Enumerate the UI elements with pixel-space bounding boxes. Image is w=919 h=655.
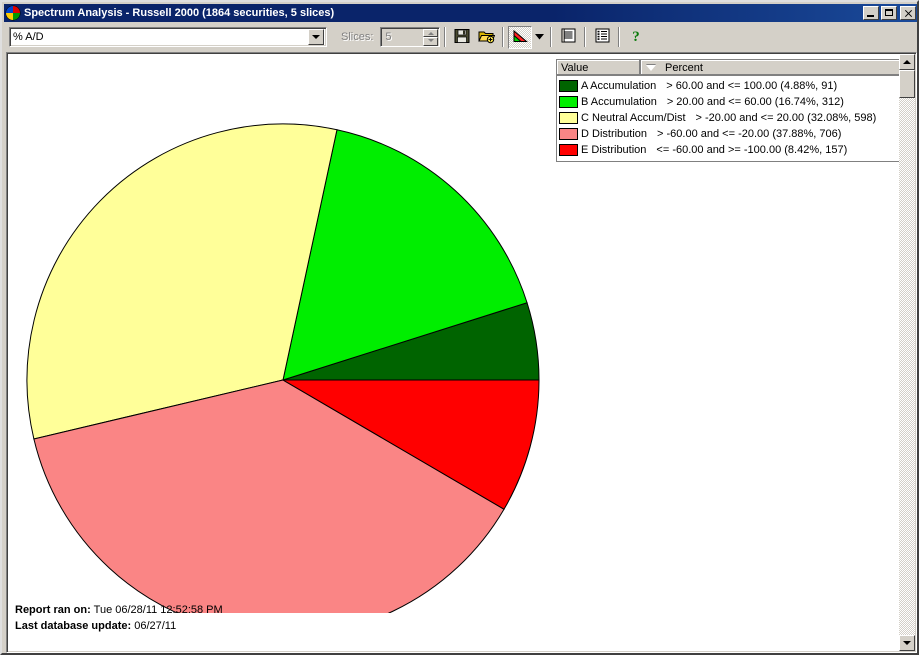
report-ran-on-label: Report ran on: bbox=[15, 604, 91, 616]
last-database-update-value: 06/27/11 bbox=[134, 620, 177, 632]
legend-color-swatch bbox=[559, 128, 578, 140]
toolbar-separator bbox=[502, 27, 505, 47]
slices-label: Slices: bbox=[341, 31, 374, 43]
toolbar-separator bbox=[444, 27, 447, 47]
legend-item[interactable]: A Accumulation > 60.00 and <= 100.00 (4.8… bbox=[559, 78, 909, 94]
save-button[interactable] bbox=[450, 25, 475, 49]
help-icon: ? bbox=[629, 28, 643, 47]
title-bar: Spectrum Analysis - Russell 2000 (1864 s… bbox=[4, 4, 917, 22]
slices-stepper[interactable]: 5 bbox=[380, 27, 441, 47]
chevron-up-icon bbox=[903, 60, 911, 64]
window-title: Spectrum Analysis - Russell 2000 (1864 s… bbox=[24, 7, 335, 19]
scrollbar-track[interactable] bbox=[899, 98, 915, 635]
legend-rows: A Accumulation > 60.00 and <= 100.00 (4.8… bbox=[557, 76, 909, 161]
legend-item-description: > -20.00 and <= 20.00 (32.08%, 598) bbox=[695, 112, 877, 124]
maximize-icon bbox=[885, 9, 893, 16]
application-window: Spectrum Analysis - Russell 2000 (1864 s… bbox=[0, 0, 919, 655]
chevron-down-icon bbox=[427, 39, 434, 43]
legend-item-description: > -60.00 and <= -20.00 (37.88%, 706) bbox=[657, 128, 842, 140]
slices-value: 5 bbox=[385, 31, 392, 43]
legend-item[interactable]: D Distribution > -60.00 and <= -20.00 (37… bbox=[559, 126, 909, 142]
legend-item-description: > 20.00 and <= 60.00 (16.74%, 312) bbox=[666, 96, 844, 108]
minimize-icon bbox=[867, 15, 874, 17]
legend-item-label: C Neutral Accum/Dist bbox=[581, 112, 686, 124]
legend-color-swatch bbox=[559, 144, 578, 156]
chevron-down-icon bbox=[903, 641, 911, 645]
list-view-icon bbox=[561, 28, 576, 46]
pie-chart[interactable] bbox=[7, 53, 567, 613]
slices-spin-buttons[interactable] bbox=[423, 28, 439, 46]
slices-decrement-button[interactable] bbox=[423, 37, 439, 46]
legend-item[interactable]: B Accumulation > 20.00 and <= 60.00 (16.7… bbox=[559, 94, 909, 110]
report-ran-on-line: Report ran on: Tue 06/28/11 12:52:58 PM bbox=[15, 602, 223, 618]
toolbar-separator bbox=[550, 27, 553, 47]
legend-item-description: > 60.00 and <= 100.00 (4.88%, 91) bbox=[666, 80, 838, 92]
legend-column-header-value[interactable]: Value bbox=[557, 60, 641, 76]
help-button[interactable]: ? bbox=[624, 25, 649, 49]
toolbar-separator bbox=[584, 27, 587, 47]
report-info: Report ran on: Tue 06/28/11 12:52:58 PM … bbox=[15, 602, 223, 634]
last-database-update-line: Last database update: 06/27/11 bbox=[15, 618, 223, 634]
scroll-up-button[interactable] bbox=[899, 54, 915, 70]
legend-column-header-percent-label: Percent bbox=[665, 61, 703, 74]
detail-report-button[interactable] bbox=[590, 25, 615, 49]
pie-chart-view-icon bbox=[512, 28, 529, 47]
list-view-button[interactable] bbox=[556, 25, 581, 49]
scroll-down-button[interactable] bbox=[899, 635, 915, 651]
legend: Value Percent A Accumulation > 60.00 and … bbox=[556, 59, 910, 162]
scrollbar-thumb[interactable] bbox=[899, 70, 915, 98]
chevron-down-icon[interactable] bbox=[308, 29, 324, 45]
spectrum-select-value: % A/D bbox=[13, 31, 44, 43]
open-button[interactable] bbox=[474, 25, 499, 49]
legend-item-label: A Accumulation bbox=[581, 80, 657, 92]
report-content-pane: Value Percent A Accumulation > 60.00 and … bbox=[6, 52, 917, 653]
legend-item-label: E Distribution bbox=[581, 144, 647, 156]
legend-item-description: <= -60.00 and >= -100.00 (8.42%, 157) bbox=[656, 144, 848, 156]
legend-column-header-percent[interactable]: Percent bbox=[641, 60, 909, 76]
legend-color-swatch bbox=[559, 96, 578, 108]
toolbar: % A/D Slices: 5 ? bbox=[4, 24, 917, 50]
legend-color-swatch bbox=[559, 112, 578, 124]
chart-view-button[interactable] bbox=[508, 25, 533, 49]
legend-item[interactable]: E Distribution <= -60.00 and >= -100.00 (… bbox=[559, 142, 909, 158]
pie-chart-svg[interactable] bbox=[7, 53, 567, 613]
chart-options-dropdown-button[interactable] bbox=[532, 25, 547, 49]
spectrum-select[interactable]: % A/D bbox=[9, 27, 327, 47]
chevron-up-icon bbox=[427, 31, 434, 35]
last-database-update-label: Last database update: bbox=[15, 620, 132, 632]
detail-report-icon bbox=[595, 28, 610, 46]
legend-item-label: D Distribution bbox=[581, 128, 648, 140]
sort-descending-icon bbox=[646, 64, 656, 71]
minimize-button[interactable] bbox=[863, 6, 879, 20]
legend-color-swatch bbox=[559, 80, 578, 92]
svg-text:?: ? bbox=[633, 29, 641, 44]
maximize-button[interactable] bbox=[881, 6, 897, 20]
open-folder-add-icon bbox=[478, 28, 496, 47]
legend-header-row: Value Percent bbox=[557, 60, 909, 76]
vertical-scrollbar[interactable] bbox=[899, 54, 915, 651]
legend-item-label: B Accumulation bbox=[581, 96, 657, 108]
chevron-down-icon bbox=[534, 31, 544, 43]
close-button[interactable] bbox=[900, 6, 916, 20]
toolbar-separator bbox=[618, 27, 621, 47]
report-ran-on-value: Tue 06/28/11 12:52:58 PM bbox=[93, 604, 223, 616]
pie-chart-icon bbox=[5, 5, 21, 21]
slices-increment-button[interactable] bbox=[423, 28, 439, 37]
save-icon bbox=[454, 28, 470, 47]
legend-item[interactable]: C Neutral Accum/Dist > -20.00 and <= 20.0… bbox=[559, 110, 909, 126]
